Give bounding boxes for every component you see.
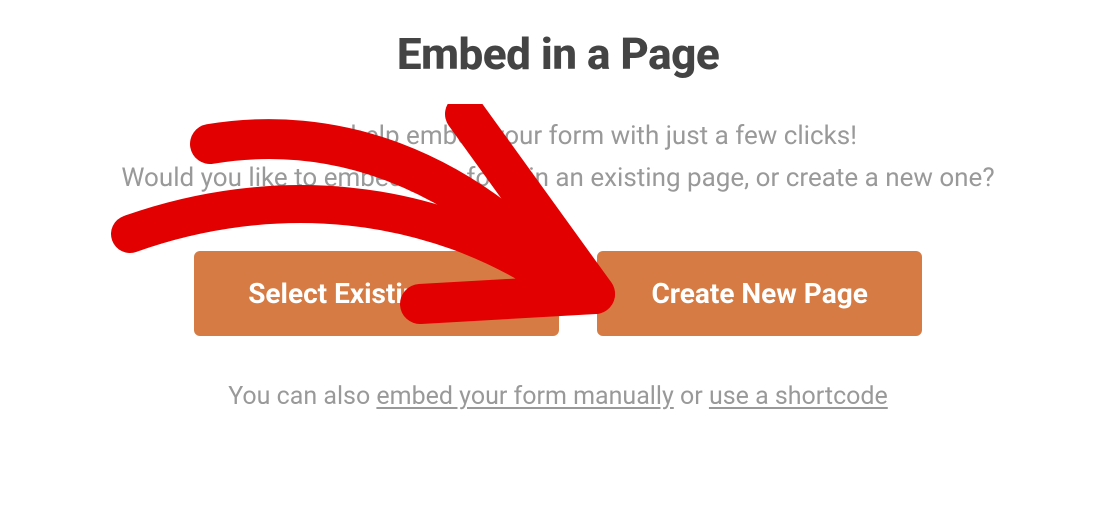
- page-subtitle: We can help embed your form with just a …: [121, 116, 994, 199]
- subtitle-line-2: Would you like to embed your form in an …: [121, 163, 994, 193]
- subtitle-line-1: We can help embed your form with just a …: [259, 121, 857, 151]
- footer-mid: or: [674, 382, 709, 411]
- page-title: Embed in a Page: [397, 28, 719, 80]
- embed-manually-link[interactable]: embed your form manually: [376, 382, 673, 411]
- footer-text: You can also embed your form manually or…: [228, 382, 888, 411]
- create-new-page-button[interactable]: Create New Page: [597, 251, 921, 336]
- button-row: Select Existing Page Create New Page: [194, 251, 922, 336]
- footer-prefix: You can also: [228, 382, 376, 411]
- select-existing-page-button[interactable]: Select Existing Page: [194, 251, 559, 336]
- use-shortcode-link[interactable]: use a shortcode: [709, 382, 888, 411]
